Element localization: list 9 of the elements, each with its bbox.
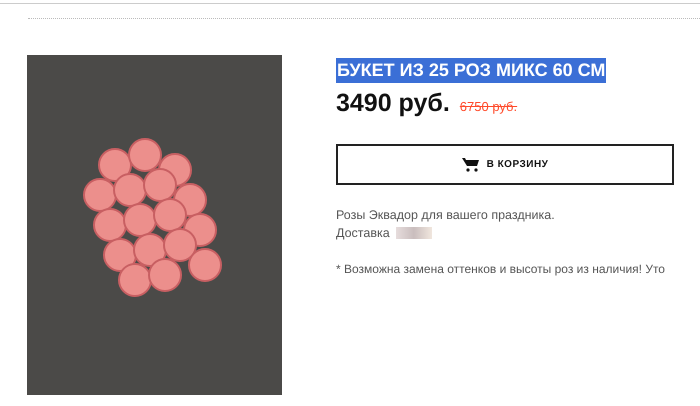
old-price: 6750 руб.: [460, 99, 518, 114]
add-to-cart-button[interactable]: В КОРЗИНУ: [336, 144, 674, 185]
cart-icon: [462, 157, 479, 172]
blurred-block: [396, 227, 432, 239]
delivery-label: Доставка: [336, 226, 390, 240]
note-text: * Возможна замена оттенков и высоты роз из наличия! Уто: [336, 262, 666, 276]
product-price: 3490 руб.: [336, 89, 450, 118]
description-text: Розы Эквадор для вашего праздника.: [336, 208, 556, 222]
product-title: БУКЕТ ИЗ 25 РОЗ МИКС 60 СМ: [336, 58, 606, 83]
